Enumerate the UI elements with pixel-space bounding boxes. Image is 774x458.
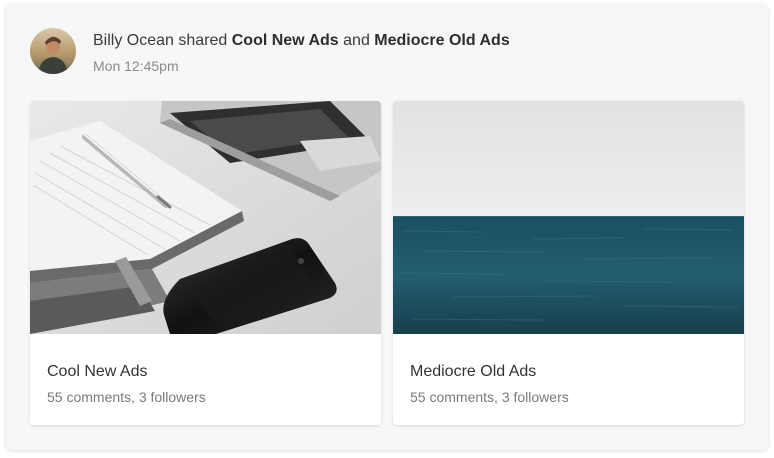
share-verb: shared <box>173 32 232 49</box>
card-title[interactable]: Mediocre Old Ads <box>410 363 536 381</box>
card-image-ocean <box>393 101 744 334</box>
board-card-mediocre-old-ads[interactable]: Mediocre Old Ads 55 comments, 3 follower… <box>393 101 744 425</box>
avatar-photo <box>30 28 76 74</box>
card-title[interactable]: Cool New Ads <box>47 363 148 381</box>
avatar[interactable] <box>30 28 76 74</box>
share-conjunction: and <box>338 32 375 49</box>
board-card-cool-new-ads[interactable]: Cool New Ads 55 comments, 3 followers <box>30 101 381 425</box>
actor-name[interactable]: Billy Ocean <box>93 32 174 49</box>
timestamp: Mon 12:45pm <box>93 58 179 74</box>
card-meta: 55 comments, 3 followers <box>47 389 206 405</box>
shared-item-link-2[interactable]: Mediocre Old Ads <box>374 32 509 49</box>
card-meta: 55 comments, 3 followers <box>410 389 569 405</box>
card-image-desk <box>30 101 381 334</box>
share-headline: Billy Ocean shared Cool New Ads and Medi… <box>93 32 510 50</box>
activity-feed-item: Billy Ocean shared Cool New Ads and Medi… <box>6 4 768 450</box>
shared-item-link-1[interactable]: Cool New Ads <box>232 32 339 49</box>
